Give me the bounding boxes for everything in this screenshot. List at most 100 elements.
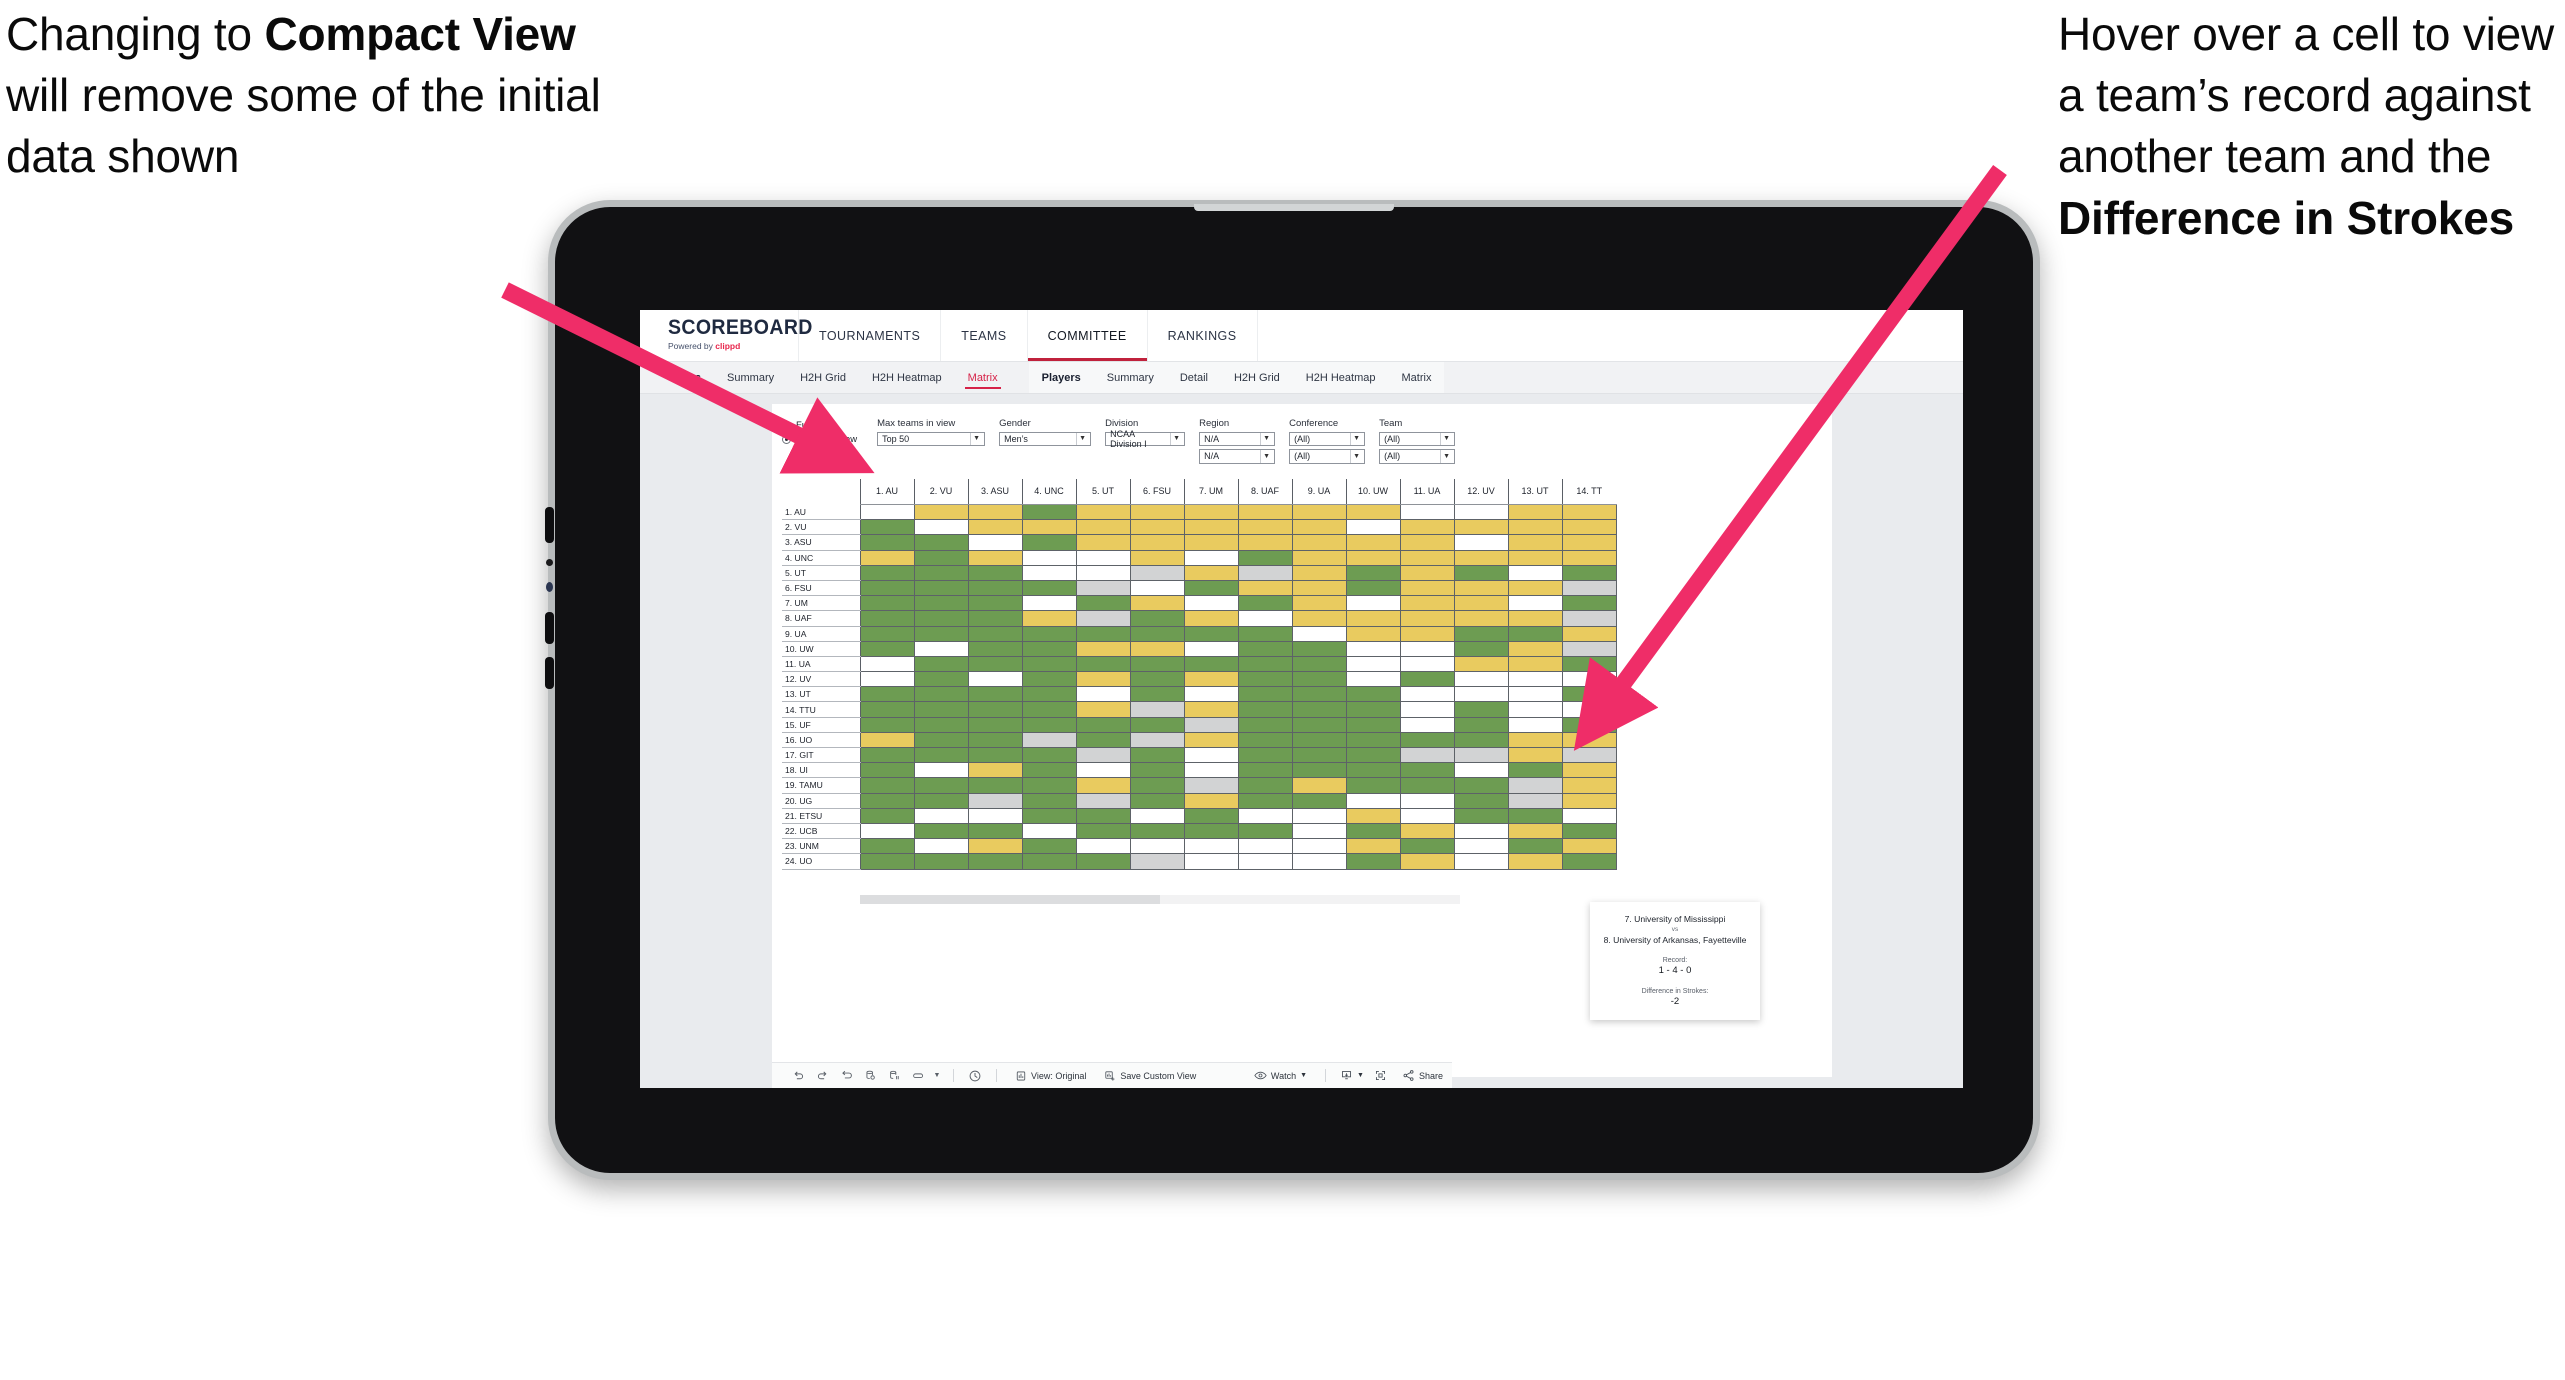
select-team-primary[interactable]: (All) ▼ — [1379, 431, 1456, 446]
matrix-cell[interactable] — [860, 747, 915, 764]
matrix-cell[interactable] — [1022, 777, 1077, 794]
matrix-cell[interactable] — [1562, 565, 1617, 581]
matrix-cell[interactable] — [1130, 641, 1185, 657]
matrix-cell[interactable] — [1346, 747, 1401, 764]
save-custom-view-button[interactable]: Save Custom View — [1095, 1063, 1205, 1089]
topnav-tab-committee[interactable]: COMMITTEE — [1026, 310, 1147, 361]
matrix-cell[interactable] — [1238, 762, 1293, 779]
matrix-column-header[interactable]: 10. UW — [1345, 478, 1400, 505]
matrix-cell[interactable] — [1130, 762, 1185, 779]
matrix-cell[interactable] — [1130, 595, 1185, 612]
matrix-cell[interactable] — [1508, 823, 1563, 840]
matrix-cell[interactable] — [1292, 777, 1347, 794]
matrix-cell[interactable] — [1184, 595, 1239, 612]
matrix-cell[interactable] — [860, 686, 915, 703]
matrix-row-header[interactable]: 22. UCB — [782, 823, 861, 840]
matrix-cell[interactable] — [1508, 732, 1563, 749]
matrix-cell[interactable] — [1130, 717, 1185, 733]
matrix-cell[interactable] — [1076, 853, 1131, 870]
matrix-cell[interactable] — [914, 701, 969, 718]
matrix-cell[interactable] — [1022, 595, 1077, 612]
matrix-cell[interactable] — [1400, 701, 1455, 718]
matrix-cell[interactable] — [1454, 595, 1509, 612]
matrix-cell[interactable] — [968, 504, 1023, 521]
matrix-cell[interactable] — [1184, 808, 1239, 824]
matrix-cell[interactable] — [914, 793, 969, 809]
matrix-cell[interactable] — [1238, 808, 1293, 824]
matrix-cell[interactable] — [1346, 671, 1401, 688]
matrix-cell[interactable] — [860, 641, 915, 657]
select-region-primary[interactable]: N/A ▼ — [1199, 431, 1276, 446]
matrix-cell[interactable] — [1292, 534, 1347, 551]
matrix-cell[interactable] — [860, 701, 915, 718]
matrix-cell[interactable] — [1022, 793, 1077, 809]
matrix-cell[interactable] — [1076, 565, 1131, 581]
matrix-cell[interactable] — [1238, 656, 1293, 673]
matrix-row-header[interactable]: 21. ETSU — [782, 808, 861, 824]
matrix-cell[interactable] — [1562, 550, 1617, 566]
matrix-cell[interactable] — [860, 580, 915, 597]
matrix-cell[interactable] — [1562, 610, 1617, 627]
matrix-cell[interactable] — [1400, 686, 1455, 703]
matrix-cell[interactable] — [1346, 717, 1401, 733]
radio-circle-compact-view[interactable] — [782, 435, 791, 444]
matrix-cell[interactable] — [860, 610, 915, 627]
matrix-cell[interactable] — [1562, 595, 1617, 612]
matrix-cell[interactable] — [1400, 534, 1455, 551]
matrix-cell[interactable] — [1562, 656, 1617, 673]
matrix-cell[interactable] — [1562, 777, 1617, 794]
matrix-cell[interactable] — [1238, 504, 1293, 521]
matrix-cell[interactable] — [1076, 808, 1131, 824]
matrix-cell[interactable] — [1022, 565, 1077, 581]
matrix-cell[interactable] — [1184, 762, 1239, 779]
matrix-cell[interactable] — [1400, 671, 1455, 688]
matrix-cell[interactable] — [1346, 641, 1401, 657]
matrix-cell[interactable] — [860, 762, 915, 779]
matrix-column-header[interactable]: 9. UA — [1291, 478, 1346, 505]
matrix-cell[interactable] — [1562, 793, 1617, 809]
matrix-cell[interactable] — [1184, 777, 1239, 794]
chevron-down-icon[interactable]: ▼ — [1350, 450, 1362, 463]
matrix-cell[interactable] — [1508, 838, 1563, 855]
matrix-cell[interactable] — [1238, 823, 1293, 840]
matrix-cell[interactable] — [1184, 686, 1239, 703]
matrix-cell[interactable] — [1454, 534, 1509, 551]
matrix-cell[interactable] — [1130, 534, 1185, 551]
matrix-cell[interactable] — [1400, 595, 1455, 612]
matrix-cell[interactable] — [1400, 823, 1455, 840]
matrix-cell[interactable] — [1292, 701, 1347, 718]
matrix-row-header[interactable]: 10. UW — [782, 641, 861, 657]
matrix-cell[interactable] — [1562, 762, 1617, 779]
matrix-cell[interactable] — [1238, 550, 1293, 566]
matrix-cell[interactable] — [1130, 823, 1185, 840]
matrix-cell[interactable] — [1238, 534, 1293, 551]
matrix-cell[interactable] — [1238, 747, 1293, 764]
matrix-cell[interactable] — [1292, 793, 1347, 809]
select-team-secondary[interactable]: (All) ▼ — [1379, 449, 1456, 464]
matrix-cell[interactable] — [1130, 671, 1185, 688]
matrix-row-header[interactable]: 5. UT — [782, 565, 861, 581]
matrix-cell[interactable] — [860, 565, 915, 581]
matrix-cell[interactable] — [860, 626, 915, 642]
matrix-cell[interactable] — [1130, 838, 1185, 855]
matrix-cell[interactable] — [1454, 656, 1509, 673]
matrix-cell[interactable] — [1238, 793, 1293, 809]
matrix-cell[interactable] — [1508, 656, 1563, 673]
select-conference-primary[interactable]: (All) ▼ — [1289, 431, 1366, 446]
chevron-down-icon[interactable]: ▼ — [1440, 432, 1452, 445]
revert-icon[interactable] — [834, 1063, 858, 1089]
matrix-cell[interactable] — [1022, 701, 1077, 718]
matrix-cell[interactable] — [1454, 580, 1509, 597]
matrix-cell[interactable] — [1562, 504, 1617, 521]
matrix-cell[interactable] — [914, 595, 969, 612]
matrix-cell[interactable] — [968, 838, 1023, 855]
matrix-cell[interactable] — [1454, 762, 1509, 779]
matrix-cell[interactable] — [1400, 565, 1455, 581]
matrix-cell[interactable] — [1346, 853, 1401, 870]
matrix-cell[interactable] — [1184, 732, 1239, 749]
matrix-cell[interactable] — [914, 504, 969, 521]
matrix-cell[interactable] — [1346, 701, 1401, 718]
subnav-players-h2h-grid[interactable]: H2H Grid — [1221, 362, 1293, 393]
subnav-teams-h2h-heatmap[interactable]: H2H Heatmap — [859, 362, 955, 393]
matrix-row-header[interactable]: 16. UO — [782, 732, 861, 749]
